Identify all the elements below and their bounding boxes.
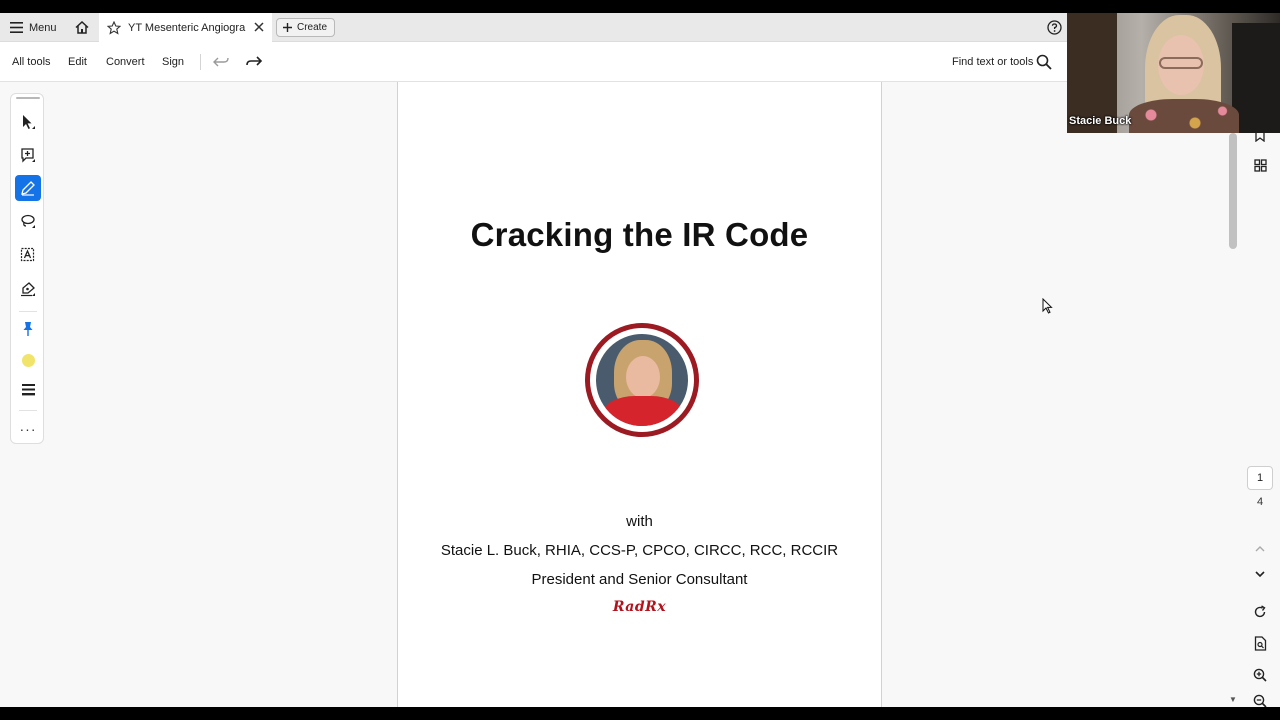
- rail-divider: [19, 410, 37, 411]
- zoom-in-icon: [1253, 668, 1267, 682]
- comment-plus-icon: [21, 148, 35, 163]
- plus-icon: [283, 23, 292, 32]
- total-pages: 4: [1256, 496, 1264, 508]
- redo-icon[interactable]: [245, 54, 263, 70]
- vertical-scrollbar[interactable]: ▼: [1226, 133, 1240, 705]
- menu-label: Menu: [29, 21, 57, 34]
- current-page-input[interactable]: 1: [1247, 466, 1273, 490]
- more-dots-icon: ···: [19, 421, 37, 437]
- presenter-name: Stacie Buck: [1069, 115, 1132, 127]
- photo-portrait: [596, 334, 688, 426]
- add-comment-button[interactable]: [15, 142, 41, 168]
- select-tool-button[interactable]: [15, 109, 41, 135]
- fill-sign-button[interactable]: [15, 276, 41, 302]
- zoom-out-button[interactable]: [1251, 692, 1269, 707]
- document-search-icon: [1254, 635, 1266, 651]
- star-icon[interactable]: [107, 21, 121, 35]
- highlighter-pen-icon: [21, 181, 35, 196]
- author-role: President and Senior Consultant: [531, 571, 748, 588]
- close-icon: [254, 22, 264, 32]
- webcam-printer: [1232, 23, 1280, 133]
- portrait-face: [626, 356, 660, 398]
- author-name: Stacie L. Buck, RHIA, CCS-P, CPCO, CIRCC…: [440, 542, 839, 559]
- zoom-out-icon: [1253, 694, 1267, 707]
- sign-link[interactable]: Sign: [162, 42, 184, 82]
- home-icon: [75, 21, 89, 34]
- thumbnails-button[interactable]: [1251, 156, 1269, 174]
- all-tools-link[interactable]: All tools: [12, 42, 51, 82]
- grid-icon: [1253, 158, 1267, 172]
- portrait-shirt: [604, 396, 682, 426]
- find-label[interactable]: Find text or tools: [952, 42, 1033, 82]
- author-photo: [585, 323, 699, 437]
- pen-nib-sign-icon: [21, 282, 35, 297]
- pin-tool-button[interactable]: [15, 316, 41, 342]
- webcam-overlay: Stacie Buck: [1067, 13, 1280, 133]
- color-swatch: [21, 353, 35, 367]
- hamburger-icon: [10, 22, 23, 33]
- text-box-icon: [20, 247, 35, 262]
- presenter-shirt-pattern: [1129, 99, 1239, 133]
- next-page-button[interactable]: [1251, 565, 1269, 583]
- tab-title: YT Mesenteric Angiogra...: [128, 22, 246, 34]
- cursor-arrow-icon: [23, 115, 35, 129]
- radrx-logo: RadRx: [612, 599, 667, 615]
- home-button[interactable]: [70, 13, 94, 42]
- zoom-in-button[interactable]: [1251, 666, 1269, 684]
- right-panel-rail: 1 4: [1240, 82, 1280, 707]
- pin-icon: [23, 322, 33, 336]
- create-label: Create: [297, 22, 328, 33]
- line-weight-button[interactable]: [15, 377, 41, 403]
- chevron-up-icon: [1255, 545, 1265, 551]
- help-icon: [1046, 20, 1062, 35]
- quick-tools-rail: ···: [10, 93, 44, 444]
- create-button[interactable]: Create: [276, 18, 336, 37]
- pdf-page: Cracking the IR Code with Stacie L. Buck…: [397, 82, 882, 707]
- edit-link[interactable]: Edit: [68, 42, 87, 82]
- previous-page-button[interactable]: [1251, 539, 1269, 557]
- lasso-draw-icon: [21, 214, 35, 228]
- rotate-icon: [1254, 605, 1266, 618]
- page-info-button[interactable]: [1251, 634, 1269, 652]
- draw-freeform-button[interactable]: [15, 208, 41, 234]
- chevron-down-icon: [1255, 570, 1265, 577]
- menu-button[interactable]: Menu: [10, 13, 57, 42]
- line-weight-icon: [21, 384, 35, 396]
- photo-ring: [590, 328, 694, 432]
- add-text-button[interactable]: [15, 242, 41, 268]
- tab-document[interactable]: YT Mesenteric Angiogra...: [99, 13, 272, 43]
- scroll-down-arrow-icon[interactable]: ▼: [1229, 695, 1237, 704]
- toolbar-divider: [200, 54, 201, 70]
- color-picker-button[interactable]: [15, 347, 41, 373]
- close-tab-button[interactable]: [252, 20, 266, 34]
- search-icon[interactable]: [1036, 54, 1052, 70]
- mouse-cursor-icon: [1042, 298, 1053, 314]
- with-text: with: [626, 513, 653, 530]
- highlight-tool-button[interactable]: [15, 175, 41, 201]
- page-title: Cracking the IR Code: [470, 216, 809, 253]
- presenter-glasses: [1159, 57, 1203, 69]
- help-button[interactable]: [1045, 13, 1063, 42]
- scrollbar-thumb[interactable]: [1229, 133, 1237, 249]
- more-tools-button[interactable]: ···: [15, 416, 41, 442]
- rail-drag-handle[interactable]: [16, 97, 40, 99]
- rotate-button[interactable]: [1251, 603, 1269, 621]
- rail-divider: [19, 311, 37, 312]
- undo-icon[interactable]: [212, 54, 230, 70]
- acrobat-window: Menu YT Mesenteric Angiogra... Create Al…: [0, 13, 1280, 707]
- convert-link[interactable]: Convert: [106, 42, 145, 82]
